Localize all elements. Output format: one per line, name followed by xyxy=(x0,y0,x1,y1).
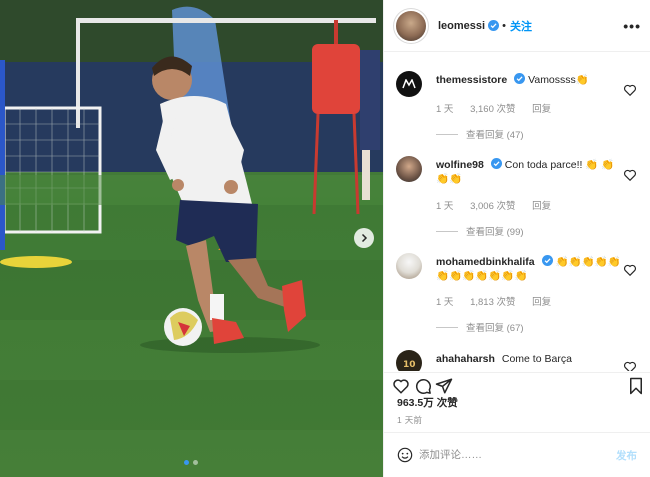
comment-username[interactable]: wolfine98 xyxy=(436,159,484,171)
view-replies-button[interactable]: 查看回复 (99) xyxy=(436,224,524,238)
carousel-dot xyxy=(193,460,198,465)
comment-time: 1 天 xyxy=(436,104,454,115)
post-header: leomessi • 关注 ••• xyxy=(384,0,650,52)
comment-time: 1 天 xyxy=(436,297,454,308)
comment-body: ahahaharsh Come to Barça xyxy=(436,352,616,366)
number-ten-icon: 10 xyxy=(403,360,416,368)
heart-icon[interactable] xyxy=(623,168,637,182)
comment-time: 1 天 xyxy=(436,201,454,212)
comment-avatar[interactable]: 10 xyxy=(396,350,422,371)
comment-avatar[interactable] xyxy=(396,253,422,279)
reply-button[interactable]: 回复 xyxy=(532,297,551,308)
comment-body: wolfine98 Con toda parce!! 👏 👏👏👏 xyxy=(436,158,616,186)
comment-avatar[interactable] xyxy=(396,71,422,97)
comment-likes[interactable]: 1,813 次赞 xyxy=(470,297,515,308)
verified-badge-icon xyxy=(488,20,500,31)
reply-button[interactable]: 回复 xyxy=(532,104,551,115)
verified-badge-icon xyxy=(541,255,553,266)
training-photo-illustration xyxy=(0,0,383,430)
next-photo-button[interactable] xyxy=(354,228,374,248)
comment-bubble-icon[interactable] xyxy=(414,377,432,395)
comment-body: themessistore Vamossss👏 xyxy=(436,73,616,87)
header-separator: • xyxy=(502,19,506,32)
comment-meta: 1 天 1,813 次赞 回复 xyxy=(436,294,565,308)
view-replies-label: 查看回复 (99) xyxy=(466,227,524,238)
verified-badge-icon xyxy=(514,73,526,84)
paper-plane-icon[interactable] xyxy=(435,377,453,395)
comment-likes[interactable]: 3,006 次赞 xyxy=(470,201,515,212)
post-actions: 963.5万 次赞 1 天前 xyxy=(384,372,650,432)
author-username[interactable]: leomessi xyxy=(438,20,485,32)
divider-line xyxy=(436,326,458,328)
add-comment-bar: 发布 xyxy=(384,432,650,477)
view-replies-button[interactable]: 查看回复 (67) xyxy=(436,320,524,334)
post-photo xyxy=(0,0,383,477)
heart-icon[interactable] xyxy=(392,377,410,395)
view-replies-label: 查看回复 (47) xyxy=(466,130,524,141)
view-replies-label: 查看回复 (67) xyxy=(466,323,524,334)
heart-icon[interactable] xyxy=(623,360,637,371)
comment-text: Vamossss👏 xyxy=(528,74,589,86)
comment-input[interactable] xyxy=(419,449,599,461)
comment-meta: 1 天 3,006 次赞 回复 xyxy=(436,198,565,212)
heart-icon[interactable] xyxy=(623,83,637,97)
smiley-icon[interactable] xyxy=(397,447,413,463)
comment-meta: 1 天 3,160 次赞 回复 xyxy=(436,101,565,115)
comment-list[interactable]: themessistore Vamossss👏 1 天 3,160 次赞 回复 … xyxy=(384,53,650,371)
messi-store-logo-icon xyxy=(402,79,416,89)
reply-button[interactable]: 回复 xyxy=(532,201,551,212)
author-avatar[interactable] xyxy=(396,10,426,41)
heart-icon[interactable] xyxy=(623,263,637,277)
divider-line xyxy=(436,133,458,135)
carousel-dot-active xyxy=(184,460,189,465)
post-side-panel: leomessi • 关注 ••• themessistore Vamossss… xyxy=(383,0,650,477)
comment-username[interactable]: themessistore xyxy=(436,74,507,86)
post-comment-button[interactable]: 发布 xyxy=(616,448,637,463)
comment-username[interactable]: mohamedbinkhalifa xyxy=(436,256,535,268)
follow-button[interactable]: 关注 xyxy=(510,18,532,34)
more-options-icon[interactable]: ••• xyxy=(623,18,641,34)
svg-text:10: 10 xyxy=(403,360,416,368)
comment-username[interactable]: ahahaharsh xyxy=(436,353,495,365)
carousel-indicator xyxy=(184,460,198,465)
verified-badge-icon xyxy=(490,158,502,169)
post-timestamp: 1 天前 xyxy=(397,415,423,425)
comment-body: mohamedbinkhalifa 👏👏👏👏👏👏👏👏👏👏👏👏 xyxy=(436,255,626,283)
chevron-right-icon xyxy=(361,233,368,243)
comment-avatar[interactable] xyxy=(396,156,422,182)
divider-line xyxy=(436,230,458,232)
comment-text: Come to Barça xyxy=(501,353,572,365)
bookmark-icon[interactable] xyxy=(627,377,645,395)
post-like-count[interactable]: 963.5万 次赞 xyxy=(397,395,458,410)
view-replies-button[interactable]: 查看回复 (47) xyxy=(436,127,524,141)
comment-likes[interactable]: 3,160 次赞 xyxy=(470,104,515,115)
